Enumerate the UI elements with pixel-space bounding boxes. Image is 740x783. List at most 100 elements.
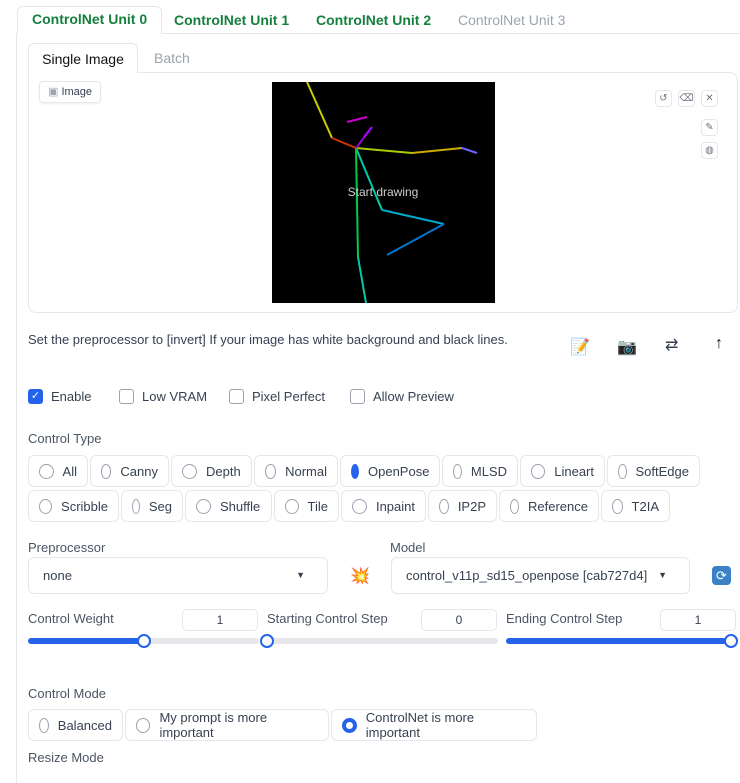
radio[interactable] [342,717,357,733]
control-weight-input[interactable]: 1 [182,609,258,631]
radio[interactable] [39,717,49,733]
radio[interactable] [439,498,449,514]
chevron-down-icon: ▼ [296,570,305,580]
control-type-option-mlsd[interactable]: MLSD [442,455,518,487]
checkbox[interactable] [350,389,365,404]
radio-label: IP2P [457,498,486,514]
control-mode-option-balanced[interactable]: Balanced [28,709,123,741]
ending-step-input[interactable]: 1 [660,609,736,631]
radio-label: Scribble [61,498,108,514]
model-value: control_v11p_sd15_openpose [cab727d4] [406,568,648,583]
swap-icon[interactable]: ⇄ [665,335,678,355]
run-preprocessor-icon[interactable]: 💥 [350,566,370,586]
control-type-option-depth[interactable]: Depth [171,455,252,487]
control-type-option-canny[interactable]: Canny [90,455,169,487]
control-type-option-softedge[interactable]: SoftEdge [607,455,700,487]
slider-thumb[interactable] [724,634,738,648]
radio-label: Canny [120,463,158,479]
radio[interactable] [39,498,53,514]
tab-unit-2[interactable]: ControlNet Unit 2 [316,8,431,34]
tab-unit-0[interactable]: ControlNet Unit 0 [17,6,163,34]
low-vram-checkbox[interactable]: Low VRAM [119,389,207,404]
radio[interactable] [351,463,359,479]
slider-thumb[interactable] [260,634,274,648]
control-type-option-ip2p[interactable]: IP2P [428,490,497,522]
preprocessor-value: none [43,568,72,583]
preprocessor-label: Preprocessor [28,540,106,555]
radio[interactable] [196,498,211,514]
checkbox-label: Enable [51,389,92,404]
control-weight-label: Control Weight [28,611,114,626]
control-type-option-lineart[interactable]: Lineart [520,455,605,487]
tab-unit-3[interactable]: ControlNet Unit 3 [458,8,565,34]
checkbox-label: Low VRAM [142,389,208,404]
radio[interactable] [136,717,151,733]
checkbox[interactable] [229,389,244,404]
control-type-option-all[interactable]: All [28,455,88,487]
radio-label: Depth [206,463,241,479]
control-weight-slider[interactable] [28,634,259,648]
tab-single-image[interactable]: Single Image [28,43,138,73]
control-type-option-shuffle[interactable]: Shuffle [185,490,272,522]
control-mode-option-controlnet-is-more-important[interactable]: ControlNet is more important [331,709,537,741]
radio[interactable] [618,463,627,479]
preprocessor-dropdown[interactable]: none ▼ [28,557,328,594]
radio[interactable] [612,498,623,514]
control-mode-label: Control Mode [28,686,107,701]
radio-label: All [62,463,77,479]
image-label-badge: ▣ Image [39,81,102,103]
image-panel: ▣ Image Start drawing ↺ ⌫ ✕ ✎ ◍ [28,72,738,313]
image-icon: ▣ [48,86,62,98]
eraser-icon[interactable]: ⌫ [678,90,695,107]
radio[interactable] [132,498,140,514]
control-type-option-t2ia[interactable]: T2IA [601,490,670,522]
undo-icon[interactable]: ↺ [655,90,672,107]
radio[interactable] [101,463,112,479]
control-type-option-openpose[interactable]: OpenPose [340,455,440,487]
palette-icon[interactable]: ◍ [701,142,718,159]
radio[interactable] [285,498,299,514]
pixel-perfect-checkbox[interactable]: Pixel Perfect [229,389,325,404]
brush-icon[interactable]: ✎ [701,119,718,136]
ending-step-slider[interactable] [506,634,738,648]
radio-label: SoftEdge [635,463,690,479]
model-label: Model [390,540,426,555]
control-type-option-reference[interactable]: Reference [499,490,599,522]
tab-unit-1[interactable]: ControlNet Unit 1 [174,8,289,34]
radio-label: Seg [148,498,172,514]
close-icon[interactable]: ✕ [701,90,718,107]
radio-label: Shuffle [220,498,261,514]
pose-image: Start drawing [306,81,478,304]
control-type-option-normal[interactable]: Normal [254,455,338,487]
hint-text: Set the preprocessor to [invert] If your… [28,332,508,347]
radio-label: Inpaint [375,498,415,514]
starting-step-input[interactable]: 0 [421,609,497,631]
control-type-option-scribble[interactable]: Scribble [28,490,119,522]
control-type-option-inpaint[interactable]: Inpaint [341,490,426,522]
radio[interactable] [182,463,197,479]
checkbox[interactable]: ✓ [28,389,43,404]
radio[interactable] [39,463,54,479]
drawing-canvas[interactable]: Start drawing [272,81,495,304]
starting-step-slider[interactable] [260,634,498,648]
radio[interactable] [531,463,546,479]
slider-thumb[interactable] [136,634,151,648]
radio[interactable] [453,463,462,479]
camera-icon[interactable]: 📷 [617,337,637,357]
control-type-option-tile[interactable]: Tile [274,490,339,522]
radio-label: My prompt is more important [159,710,268,740]
enable-checkbox[interactable]: ✓ Enable [28,389,91,404]
edit-pencil-icon[interactable]: 📝 [570,337,590,357]
checkbox[interactable] [119,389,134,404]
control-type-option-seg[interactable]: Seg [121,490,183,522]
tab-batch[interactable]: Batch [154,50,190,66]
send-up-icon[interactable]: ↑ [715,335,723,353]
radio[interactable] [510,498,520,514]
refresh-icon[interactable]: ⟳ [712,566,731,585]
control-type-label: Control Type [28,431,102,446]
model-dropdown[interactable]: control_v11p_sd15_openpose [cab727d4] ▼ [391,557,690,594]
control-mode-option-my-prompt-is-more-important[interactable]: My prompt is more important [125,709,329,741]
radio[interactable] [352,498,367,514]
radio[interactable] [265,463,277,479]
allow-preview-checkbox[interactable]: Allow Preview [350,389,454,404]
